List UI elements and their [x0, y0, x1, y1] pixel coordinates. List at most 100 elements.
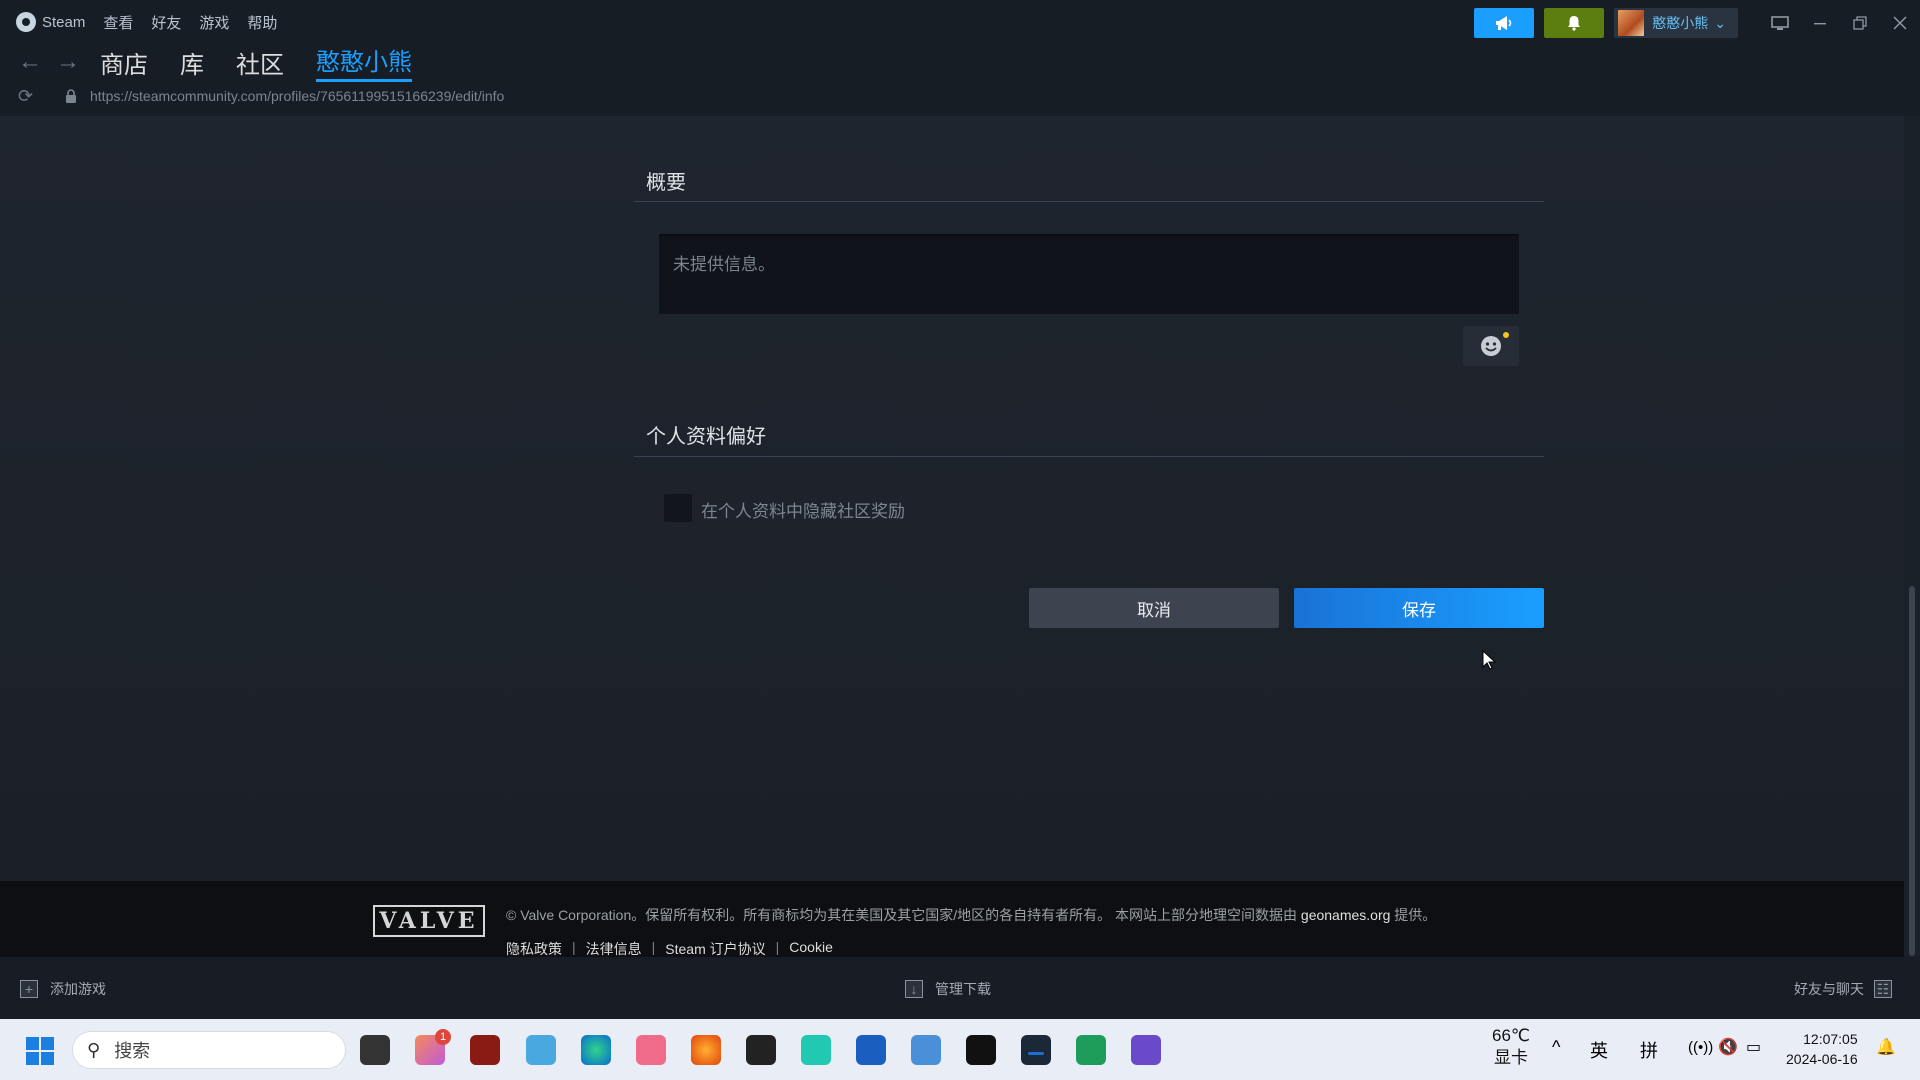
summary-textarea[interactable]: 未提供信息。 — [659, 234, 1519, 314]
url-row: ⟳ https://steamcommunity.com/profiles/76… — [0, 82, 504, 110]
clock-date: 2024-06-16 — [1786, 1051, 1858, 1067]
valve-logo[interactable]: VALVE — [373, 905, 485, 937]
close-button[interactable] — [1880, 8, 1920, 38]
summary-section-title: 概要 — [646, 172, 686, 194]
steam-taskbar-icon[interactable] — [1021, 1035, 1051, 1065]
menu-help[interactable]: 帮助 — [247, 12, 277, 33]
qq-icon[interactable] — [966, 1035, 996, 1065]
profile-edit-content: 概要 未提供信息。 个人资料偏好 在个人资料中隐藏社区奖励 取消 保存 — [0, 116, 1904, 881]
summary-divider — [634, 201, 1544, 202]
titlebar-controls: 憨憨小熊 ⌄ — [1474, 8, 1920, 38]
user-menu-button[interactable]: 憨憨小熊 ⌄ — [1614, 8, 1738, 38]
big-picture-button[interactable] — [1760, 8, 1800, 38]
menu-steam[interactable]: Steam — [42, 14, 85, 31]
restore-button[interactable] — [1840, 8, 1880, 38]
back-arrow-icon[interactable]: ← — [18, 48, 56, 76]
mouse-cursor-icon — [1482, 650, 1496, 670]
tab-store[interactable]: 商店 — [100, 45, 148, 80]
add-game-label: 添加游戏 — [50, 981, 106, 997]
weather-widget[interactable]: 66℃ 显卡 — [1492, 1025, 1530, 1069]
wifi-icon[interactable]: ((•)) — [1688, 1039, 1713, 1056]
link-separator: | — [572, 939, 576, 955]
game-launcher-icon[interactable] — [1131, 1035, 1161, 1065]
tab-community[interactable]: 社区 — [236, 45, 284, 80]
taskbar-clock[interactable]: 12:07:05 2024-06-16 — [1786, 1029, 1858, 1069]
menu-friends[interactable]: 好友 — [151, 12, 181, 33]
preferences-divider — [634, 456, 1544, 457]
avatar — [1618, 10, 1645, 36]
store-icon[interactable] — [856, 1035, 886, 1065]
lock-icon — [66, 89, 76, 103]
friends-icon: ☷ — [1874, 980, 1892, 998]
cookie-link[interactable]: Cookie — [789, 939, 833, 959]
copyright-suffix: 提供。 — [1390, 907, 1437, 923]
steam-logo-icon — [16, 12, 36, 32]
settings-app-icon[interactable] — [911, 1035, 941, 1065]
minimize-icon — [1814, 23, 1826, 25]
tab-library[interactable]: 库 — [180, 45, 204, 80]
windows-start-icon[interactable] — [26, 1037, 54, 1065]
hide-awards-label[interactable]: 在个人资料中隐藏社区奖励 — [701, 497, 905, 522]
announcements-button[interactable] — [1474, 8, 1535, 38]
page-footer: VALVE © Valve Corporation。保留所有权利。所有商标均为其… — [0, 881, 1904, 957]
chat-app-icon[interactable]: 1 — [415, 1029, 451, 1065]
save-button[interactable]: 保存 — [1294, 588, 1544, 628]
url-text[interactable]: https://steamcommunity.com/profiles/7656… — [90, 88, 504, 104]
chevron-down-icon: ⌄ — [1714, 14, 1726, 31]
notifications-button[interactable] — [1544, 8, 1605, 38]
ime-mode[interactable]: 拼 — [1640, 1037, 1658, 1063]
search-placeholder: 搜索 — [114, 1041, 151, 1061]
gamepad-app-icon[interactable] — [746, 1035, 776, 1065]
scrollbar-thumb[interactable] — [1909, 586, 1915, 956]
menu-games[interactable]: 游戏 — [199, 12, 229, 33]
emoticon-button[interactable] — [1463, 326, 1519, 366]
download-manager-icon[interactable] — [1076, 1035, 1106, 1065]
windows-taskbar: ⚲ 搜索 1 66℃ 显卡 ^ 英 拼 ((•)) 🔇 ▭ 12:07:05 2… — [0, 1019, 1920, 1080]
steam-titlebar: Steam 查看 好友 游戏 帮助 憨憨小熊 ⌄ ← → 商店 库 社区 憨憨小… — [0, 0, 1920, 116]
preferences-section-title: 个人资料偏好 — [646, 426, 766, 448]
volume-muted-icon[interactable]: 🔇 — [1718, 1037, 1738, 1057]
reload-icon[interactable]: ⟳ — [18, 86, 64, 107]
steam-active-indicator — [1028, 1052, 1044, 1055]
firefox-icon[interactable] — [691, 1035, 721, 1065]
cancel-button[interactable]: 取消 — [1029, 588, 1279, 628]
close-icon — [1893, 16, 1907, 30]
footer-links: 隐私政策 | 法律信息 | Steam 订户协议 | Cookie — [506, 939, 833, 959]
tray-expand-icon[interactable]: ^ — [1552, 1037, 1560, 1058]
copyright-prefix: © Valve Corporation。保留所有权利。所有商标均为其在美国及其它… — [506, 907, 1301, 923]
geonames-link[interactable]: geonames.org — [1301, 907, 1391, 923]
friends-chat-label: 好友与聊天 — [1794, 981, 1864, 997]
privacy-policy-link[interactable]: 隐私政策 — [506, 939, 562, 959]
game-app-icon[interactable] — [470, 1035, 500, 1065]
battery-icon[interactable]: ▭ — [1746, 1037, 1761, 1057]
minimize-button[interactable] — [1800, 8, 1840, 38]
notification-bell-icon[interactable]: 🔔 — [1876, 1037, 1896, 1057]
task-view-icon[interactable] — [360, 1035, 390, 1065]
content-scrollbar[interactable] — [1904, 116, 1920, 956]
plus-icon: + — [20, 980, 38, 998]
megaphone-icon — [1496, 16, 1512, 30]
summary-placeholder: 未提供信息。 — [673, 255, 775, 274]
ime-language[interactable]: 英 — [1590, 1037, 1608, 1063]
forward-arrow-icon[interactable]: → — [56, 48, 94, 76]
add-game-button[interactable]: + 添加游戏 — [20, 979, 106, 999]
manage-downloads-button[interactable]: ↓ 管理下载 — [905, 979, 991, 999]
menu-view[interactable]: 查看 — [103, 12, 133, 33]
app-icon[interactable] — [801, 1035, 831, 1065]
link-separator: | — [651, 939, 656, 955]
calendar-app-icon[interactable] — [526, 1035, 556, 1065]
subscriber-agreement-link[interactable]: Steam 订户协议 — [665, 939, 765, 959]
edge-browser-icon[interactable] — [581, 1035, 611, 1065]
notification-badge: 1 — [435, 1029, 451, 1045]
monitor-icon — [1771, 16, 1789, 30]
new-indicator-dot — [1503, 332, 1509, 338]
legal-info-link[interactable]: 法律信息 — [586, 939, 642, 959]
friends-chat-button[interactable]: 好友与聊天 ☷ — [1794, 979, 1892, 999]
taskbar-search-input[interactable]: ⚲ 搜索 — [72, 1031, 346, 1069]
manage-downloads-label: 管理下载 — [935, 981, 991, 997]
bilibili-icon[interactable] — [636, 1035, 666, 1065]
hide-awards-checkbox[interactable] — [664, 494, 692, 522]
search-icon: ⚲ — [87, 1039, 101, 1060]
smiley-icon — [1481, 336, 1501, 356]
tab-profile[interactable]: 憨憨小熊 — [316, 42, 412, 82]
